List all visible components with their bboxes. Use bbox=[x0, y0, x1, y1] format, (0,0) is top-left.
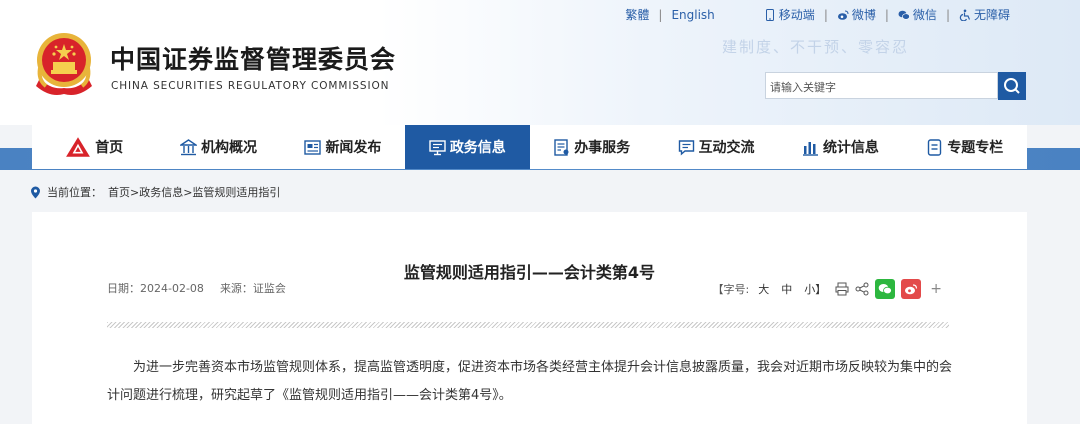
font-size-small-button[interactable]: 小】 bbox=[804, 281, 826, 297]
nav-service[interactable]: 办事服务 bbox=[530, 125, 654, 169]
mobile-link[interactable]: 移动端 bbox=[764, 6, 815, 23]
divider-rule bbox=[107, 322, 949, 328]
site-subtitle: CHINA SECURITIES REGULATORY COMMISSION bbox=[111, 80, 390, 92]
wechat-label: 微信 bbox=[912, 8, 937, 22]
font-size-label: 【字号: bbox=[712, 283, 750, 296]
article-meta: 日期：2024-02-08 来源：证监会 bbox=[107, 280, 286, 296]
nav-label: 办事服务 bbox=[574, 140, 631, 156]
special-topic-icon bbox=[928, 138, 942, 156]
national-emblem-logo[interactable] bbox=[30, 28, 98, 100]
divider: | bbox=[658, 7, 663, 22]
main-nav: 首页 机构概况 新闻发布 政务信息 办事服务 互动交流 统计信息 专题专栏 bbox=[32, 125, 1027, 169]
article-tools: 【字号: 大 中 小】 + bbox=[713, 279, 945, 299]
article-source: 来源：证监会 bbox=[219, 282, 286, 295]
breadcrumb: 当前位置： 首页>政务信息>监管规则适用指引 bbox=[30, 184, 280, 200]
nav-special-topic[interactable]: 专题专栏 bbox=[903, 125, 1027, 169]
nav-label: 首页 bbox=[95, 140, 124, 156]
weibo-icon bbox=[905, 284, 918, 295]
nav-label: 政务信息 bbox=[449, 140, 506, 156]
search-icon bbox=[1004, 78, 1020, 94]
share-icon[interactable] bbox=[855, 282, 869, 296]
wechat-link[interactable]: 微信 bbox=[898, 6, 937, 23]
home-logo-icon bbox=[66, 137, 91, 157]
interaction-icon bbox=[678, 139, 694, 156]
search-input[interactable]: 请输入关键字 bbox=[765, 72, 998, 99]
news-icon bbox=[304, 139, 322, 155]
nav-label: 新闻发布 bbox=[325, 140, 382, 156]
nav-label: 机构概况 bbox=[201, 140, 258, 156]
slogan: 建制度、不干预、零容忍 bbox=[722, 38, 910, 56]
wechat-icon bbox=[898, 10, 910, 20]
service-icon bbox=[554, 138, 569, 156]
share-weibo-button[interactable] bbox=[901, 279, 922, 299]
nav-institution[interactable]: 机构概况 bbox=[156, 125, 280, 169]
accessibility-link[interactable]: 无障碍 bbox=[959, 6, 1010, 23]
divider: | bbox=[823, 7, 828, 22]
article-container: 监管规则适用指引——会计类第4号 日期：2024-02-08 来源：证监会 【字… bbox=[32, 212, 1027, 424]
nav-label: 互动交流 bbox=[698, 140, 755, 156]
top-links: 繁體 | English 移动端 | 微博 | 微信 | 无障碍 bbox=[625, 6, 1010, 23]
weibo-icon bbox=[837, 10, 849, 20]
divider: | bbox=[884, 7, 889, 22]
accessibility-icon bbox=[959, 9, 971, 21]
search-button[interactable] bbox=[998, 72, 1026, 100]
institution-icon bbox=[180, 138, 198, 155]
nav-home[interactable]: 首页 bbox=[32, 125, 156, 169]
english-link[interactable]: English bbox=[671, 8, 714, 22]
wechat-icon bbox=[878, 284, 893, 295]
government-info-icon bbox=[429, 139, 446, 155]
weibo-link[interactable]: 微博 bbox=[837, 6, 876, 23]
traditional-chinese-link[interactable]: 繁體 bbox=[625, 6, 649, 23]
nav-statistics[interactable]: 统计信息 bbox=[778, 125, 902, 169]
font-size-medium-button[interactable]: 中 bbox=[781, 281, 792, 297]
weibo-label: 微博 bbox=[851, 8, 876, 22]
article-date: 日期：2024-02-08 bbox=[107, 282, 204, 295]
divider: | bbox=[945, 7, 950, 22]
statistics-icon bbox=[802, 141, 818, 156]
article-paragraph: 为进一步完善资本市场监管规则体系，提高监管透明度，促进资本市场各类经营主体提升会… bbox=[107, 360, 953, 403]
nav-news[interactable]: 新闻发布 bbox=[281, 125, 405, 169]
nav-government-info[interactable]: 政务信息 bbox=[405, 125, 530, 169]
share-wechat-button[interactable] bbox=[875, 279, 896, 299]
location-pin-icon bbox=[31, 186, 40, 198]
font-size-large-button[interactable]: 大 bbox=[758, 281, 769, 297]
mobile-icon bbox=[765, 8, 774, 21]
mobile-label: 移动端 bbox=[778, 8, 815, 22]
site-title[interactable]: 中国证券监督管理委员会 bbox=[110, 40, 396, 76]
accessibility-label: 无障碍 bbox=[973, 8, 1010, 22]
nav-label: 专题专栏 bbox=[947, 140, 1004, 156]
breadcrumb-prefix: 当前位置： bbox=[47, 186, 102, 199]
more-share-button[interactable]: + bbox=[930, 281, 942, 297]
nav-interaction[interactable]: 互动交流 bbox=[654, 125, 778, 169]
print-icon[interactable] bbox=[835, 282, 849, 296]
breadcrumb-path[interactable]: 首页>政务信息>监管规则适用指引 bbox=[108, 184, 280, 200]
nav-label: 统计信息 bbox=[822, 140, 879, 156]
